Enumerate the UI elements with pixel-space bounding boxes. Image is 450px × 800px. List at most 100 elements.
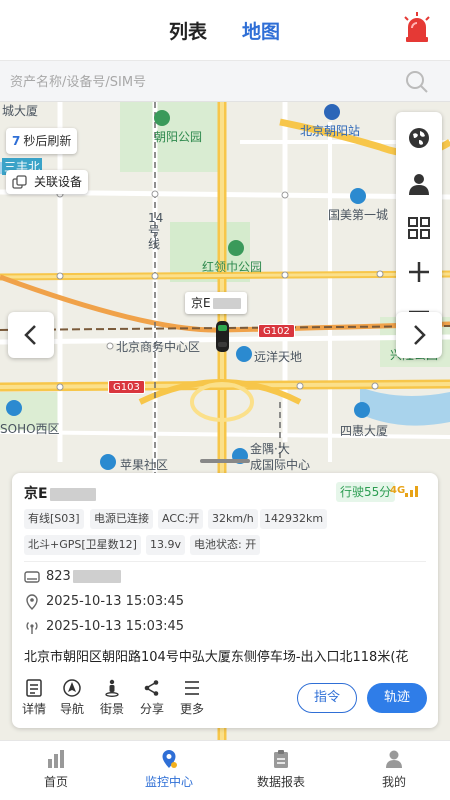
alarm-siren-icon[interactable] <box>400 10 434 44</box>
top-header: 列表 地图 <box>0 0 450 60</box>
search-icon[interactable] <box>404 69 430 95</box>
map-label-chengguoji: 成国际中心 <box>250 458 311 472</box>
action-bar: 详情 导航 街景 分享 更多 指令 轨迹 <box>12 673 438 723</box>
refresh-countdown-label: 秒后刷新 <box>23 134 72 148</box>
community-poi-icon <box>100 454 116 470</box>
location-pin-icon <box>162 750 177 768</box>
device-card-icon <box>24 571 40 583</box>
office-poi-icon <box>6 400 22 416</box>
globe-layer-button[interactable] <box>396 116 442 160</box>
map-label-sihui: 四惠大厦 <box>340 424 389 438</box>
chevron-right-icon <box>414 325 426 345</box>
linked-device-button[interactable]: 关联设备 <box>6 170 89 194</box>
action-details-label: 详情 <box>21 702 46 716</box>
person-icon <box>409 174 429 195</box>
action-more[interactable]: 更多 <box>174 679 210 717</box>
action-street-view[interactable]: 街景 <box>94 679 130 717</box>
person-button[interactable] <box>396 162 442 206</box>
linked-device-label: 关联设备 <box>34 175 83 189</box>
map-label-chengdalou: 城大厦 <box>2 104 39 118</box>
road-sign-g103: G103 <box>108 380 145 394</box>
park-poi-icon-2 <box>228 240 244 256</box>
map-label-line14: 14号线 <box>148 211 164 251</box>
network-type: 4G <box>390 485 406 496</box>
user-icon <box>386 750 402 768</box>
signal-time: 2025-10-13 15:03:45 <box>46 619 185 634</box>
refresh-countdown[interactable]: 7 秒后刷新 <box>6 128 78 154</box>
track-button[interactable]: 轨迹 <box>367 683 427 713</box>
mall-poi-icon <box>236 346 252 362</box>
vehicle-map-label-text: 京E <box>191 296 211 310</box>
action-street-view-label: 街景 <box>99 702 124 716</box>
status-badge: 行驶55分 <box>336 482 396 502</box>
gps-time: 2025-10-13 15:03:45 <box>46 594 185 609</box>
nav-data-reports[interactable]: 数据报表 <box>236 749 326 790</box>
tag-wired: 有线[S03] <box>24 509 84 529</box>
app-screen: 列表 地图 资产名称/设备号/SIM号 朝阳公园 北京朝阳站 国美第一城 红领巾… <box>0 0 450 800</box>
next-vehicle-button[interactable] <box>396 312 442 358</box>
redacted-plate <box>212 298 241 309</box>
tag-mileage: 142932km <box>260 509 328 529</box>
station-poi-icon <box>324 104 340 120</box>
map-label-chaoyang-park: 朝阳公园 <box>154 130 203 144</box>
redacted-sim <box>72 570 121 583</box>
nav-monitor-center[interactable]: 监控中心 <box>124 749 214 790</box>
vehicle-detail-card: 京E 行驶55分 4G 有线[S03] 电源已连接 ACC:开 32km/h 1… <box>12 473 438 728</box>
tag-positioning: 北斗+GPS[卫星数12] <box>24 535 141 555</box>
action-share[interactable]: 分享 <box>134 679 170 717</box>
action-share-label: 分享 <box>139 702 164 716</box>
tag-speed: 32km/h <box>208 509 258 529</box>
bottom-navigation: 首页 监控中心 数据报表 我的 <box>0 740 450 800</box>
action-navigate[interactable]: 导航 <box>54 679 90 717</box>
action-more-label: 更多 <box>179 702 204 716</box>
vehicle-plate-text: 京E <box>24 486 48 502</box>
nav-home[interactable]: 首页 <box>11 749 101 790</box>
bar-chart-icon <box>48 750 64 768</box>
nav-home-label: 首页 <box>43 775 68 789</box>
vehicle-map-label[interactable]: 京E <box>185 292 247 314</box>
map-label-hongling-park: 红领巾公园 <box>202 260 263 274</box>
sim-number: 823 <box>46 569 71 584</box>
navigation-icon <box>63 679 81 697</box>
search-input[interactable] <box>10 72 390 92</box>
map-label-soho: SOHO西区 <box>0 422 60 436</box>
location-pin-icon <box>26 594 38 610</box>
vehicle-plate: 京E <box>24 483 96 503</box>
street-view-icon <box>105 679 119 697</box>
vehicle-marker-icon[interactable] <box>215 320 230 353</box>
building-poi-icon <box>350 188 366 204</box>
nav-profile[interactable]: 我的 <box>349 749 439 790</box>
divider <box>24 561 426 562</box>
plus-icon <box>409 262 429 282</box>
action-navigate-label: 导航 <box>59 702 84 716</box>
menu-icon <box>185 681 199 695</box>
nav-monitor-center-label: 监控中心 <box>144 775 193 789</box>
redacted-plate <box>49 487 96 501</box>
prev-vehicle-button[interactable] <box>8 312 54 358</box>
vehicle-address: 北京市朝阳区朝阳路104号中弘大厦东侧停车场-出入口北118米(花 <box>24 650 409 665</box>
office-poi-icon-2 <box>354 402 370 418</box>
tab-list[interactable]: 列表 <box>169 17 207 44</box>
tab-map[interactable]: 地图 <box>242 17 280 44</box>
card-drag-handle[interactable] <box>200 459 250 463</box>
tag-voltage: 13.9v <box>146 535 186 555</box>
park-poi-icon <box>154 110 170 126</box>
map-toolbar <box>396 112 442 327</box>
action-details[interactable]: 详情 <box>16 679 52 717</box>
zoom-in-button[interactable] <box>396 250 442 294</box>
grid-icon <box>408 217 430 239</box>
signal-bars-icon <box>405 486 418 497</box>
nav-profile-label: 我的 <box>381 775 406 789</box>
document-icon <box>26 679 42 697</box>
search-bar <box>0 60 450 102</box>
antenna-signal-icon <box>26 622 38 634</box>
grid-cluster-button[interactable] <box>396 206 442 250</box>
chevron-left-icon <box>24 325 36 345</box>
tag-battery: 电池状态: 开 <box>190 535 261 555</box>
map-label-guomei: 国美第一城 <box>328 208 389 222</box>
command-button[interactable]: 指令 <box>297 683 357 713</box>
map-label-cbd: 北京商务中心区 <box>116 340 201 354</box>
map-label-jinyu: 金隅·大 <box>250 442 290 456</box>
clipboard-icon <box>274 750 288 768</box>
map-label-chaoyang-station: 北京朝阳站 <box>300 124 361 138</box>
